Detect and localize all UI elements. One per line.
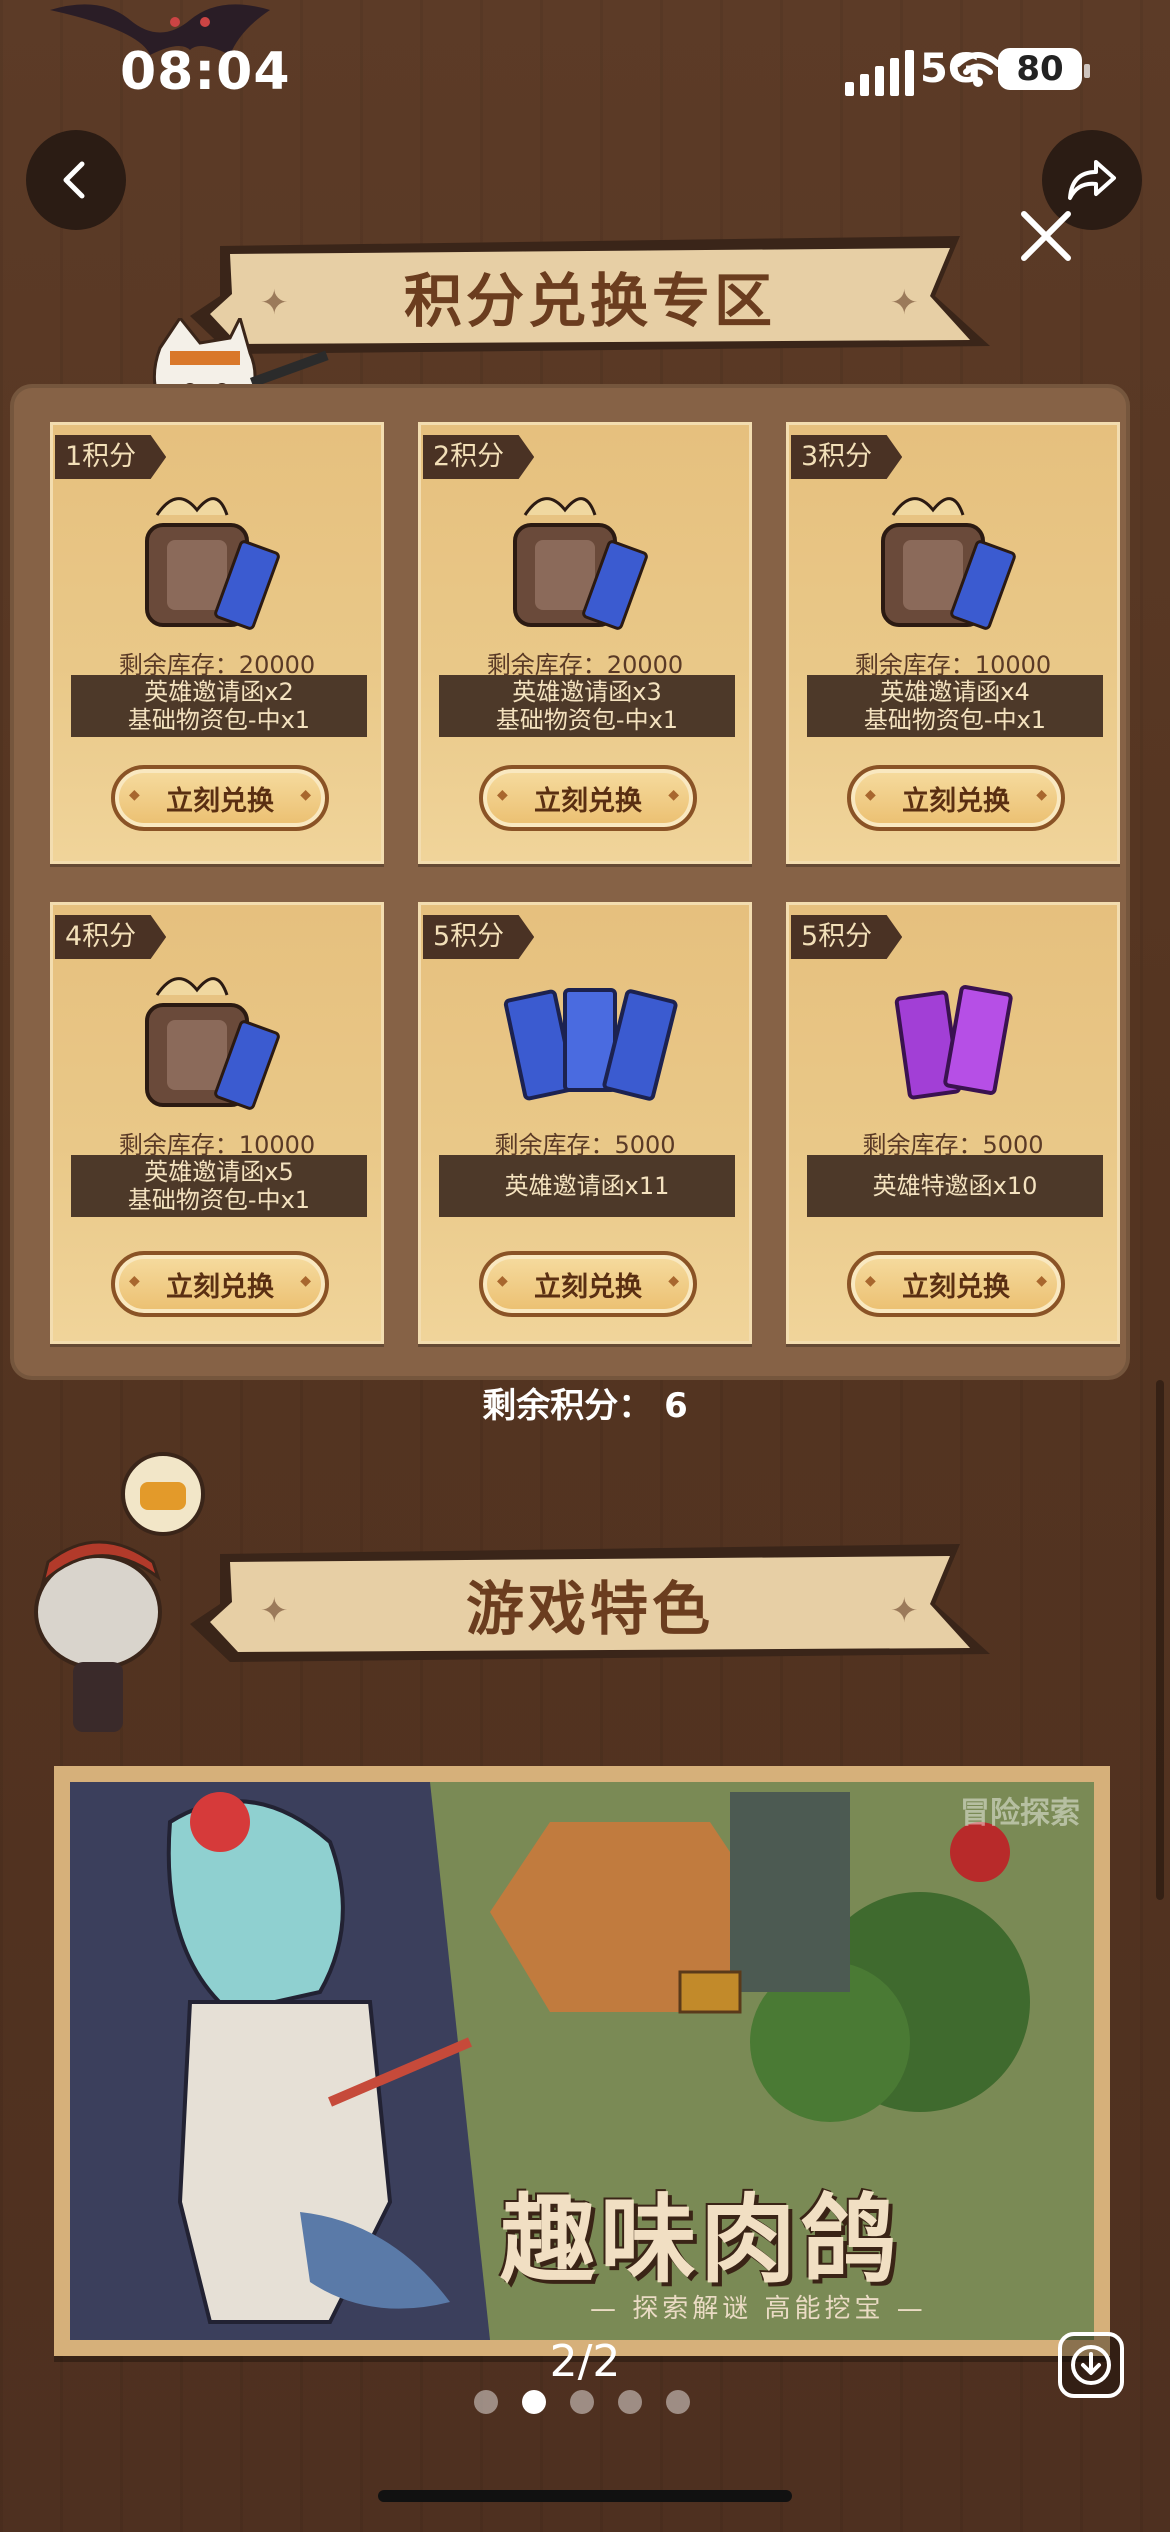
download-icon	[1071, 2345, 1111, 2385]
redeem-button[interactable]: 立刻兑换	[847, 1251, 1065, 1317]
download-button[interactable]	[1058, 2332, 1124, 2398]
redeem-button[interactable]: 立刻兑换	[111, 1251, 329, 1317]
reward-line: 英雄邀请函x3	[512, 678, 662, 706]
status-time: 08:04	[120, 42, 291, 102]
exchange-card: 4积分 剩余库存：10000 英雄邀请函x5 基础物资包-中x1 立刻兑换	[50, 902, 384, 1344]
price-tag: 3积分	[791, 435, 903, 479]
battery-level: 80	[1016, 49, 1064, 89]
redeem-button[interactable]: 立刻兑换	[479, 765, 697, 831]
reward-line: 基础物资包-中x1	[127, 1186, 311, 1214]
exchange-card: 5积分 剩余库存：5000 英雄邀请函x11 立刻兑换	[418, 902, 752, 1344]
exchange-card: 5积分 剩余库存：5000 英雄特邀函x10 立刻兑换	[786, 902, 1120, 1344]
bag-and-tickets-icon	[881, 497, 1016, 630]
reward-description: 英雄邀请函x11	[439, 1155, 735, 1217]
bag-and-tickets-icon	[145, 497, 280, 630]
bag-and-tickets-icon	[145, 977, 280, 1110]
price-tag: 2积分	[423, 435, 535, 479]
carousel-dot[interactable]	[570, 2390, 594, 2414]
reward-line: 基础物资包-中x1	[495, 706, 679, 734]
carousel-dots	[474, 2390, 690, 2414]
slide-title: 趣味肉鸽	[500, 2183, 900, 2296]
slide-counter: 2/2	[549, 2336, 621, 2387]
carousel-dot-active[interactable]	[522, 2390, 546, 2414]
back-button[interactable]	[26, 130, 126, 230]
wifi-icon	[955, 52, 1001, 87]
chevron-left-icon	[63, 161, 85, 199]
reward-description: 英雄邀请函x5 基础物资包-中x1	[71, 1155, 367, 1217]
redeem-button[interactable]: 立刻兑换	[847, 765, 1065, 831]
price-tag: 4积分	[55, 915, 167, 959]
reward-description: 英雄特邀函x10	[807, 1155, 1103, 1217]
exchange-card: 3积分 剩余库存：10000 英雄邀请函x4 基础物资包-中x1 立刻兑换	[786, 422, 1120, 864]
scrollbar[interactable]	[1156, 1380, 1164, 1900]
feature-slide[interactable]: 趣味肉鸽 — 探索解谜 高能挖宝 — 冒险探索	[54, 1766, 1110, 2356]
bag-and-tickets-icon	[513, 497, 648, 630]
chibi-mascot-icon	[34, 1452, 205, 1732]
reward-line: 基础物资包-中x1	[863, 706, 1047, 734]
battery-icon: 80	[998, 48, 1090, 90]
redeem-button[interactable]: 立刻兑换	[479, 1251, 697, 1317]
exchange-card: 2积分 剩余库存：20000 英雄邀请函x3 基础物资包-中x1 立刻兑换	[418, 422, 752, 864]
slide-subtitle: — 探索解谜 高能挖宝 —	[590, 2294, 927, 2324]
remaining-points: 剩余积分： 6	[482, 1386, 688, 1426]
reward-description: 英雄邀请函x3 基础物资包-中x1	[439, 675, 735, 737]
slide-watermark: 冒险探索	[960, 1796, 1080, 1831]
reward-line: 英雄邀请函x11	[504, 1172, 670, 1200]
status-bar: 08:04 5G 80	[0, 0, 1170, 130]
close-icon[interactable]	[1016, 206, 1076, 266]
features-title: 游戏特色	[465, 1575, 714, 1643]
blue-tickets-icon	[503, 988, 678, 1101]
signal-icon	[845, 50, 914, 96]
price-tag: 5积分	[423, 915, 535, 959]
reward-line: 英雄特邀函x10	[872, 1172, 1038, 1200]
home-indicator[interactable]	[378, 2490, 792, 2502]
redeem-button[interactable]: 立刻兑换	[111, 765, 329, 831]
reward-line: 英雄邀请函x2	[144, 678, 294, 706]
features-banner: ✦ ✦ 游戏特色	[190, 1544, 990, 1664]
carousel-dot[interactable]	[474, 2390, 498, 2414]
carousel-dot[interactable]	[666, 2390, 690, 2414]
purple-tickets-icon	[894, 985, 1013, 1100]
carousel-dot[interactable]	[618, 2390, 642, 2414]
reward-description: 英雄邀请函x2 基础物资包-中x1	[71, 675, 367, 737]
slide-scene: 趣味肉鸽 — 探索解谜 高能挖宝 — 冒险探索	[70, 1782, 1094, 2340]
reward-line: 英雄邀请函x4	[880, 678, 1030, 706]
reward-line: 基础物资包-中x1	[127, 706, 311, 734]
price-tag: 1积分	[55, 435, 167, 479]
share-icon	[1068, 160, 1116, 200]
reward-line: 英雄邀请函x5	[144, 1158, 294, 1186]
reward-description: 英雄邀请函x4 基础物资包-中x1	[807, 675, 1103, 737]
price-tag: 5积分	[791, 915, 903, 959]
exchange-card: 1积分 剩余库存：20000 英雄邀请函x2 基础物资包-中x1 立刻兑换	[50, 422, 384, 864]
